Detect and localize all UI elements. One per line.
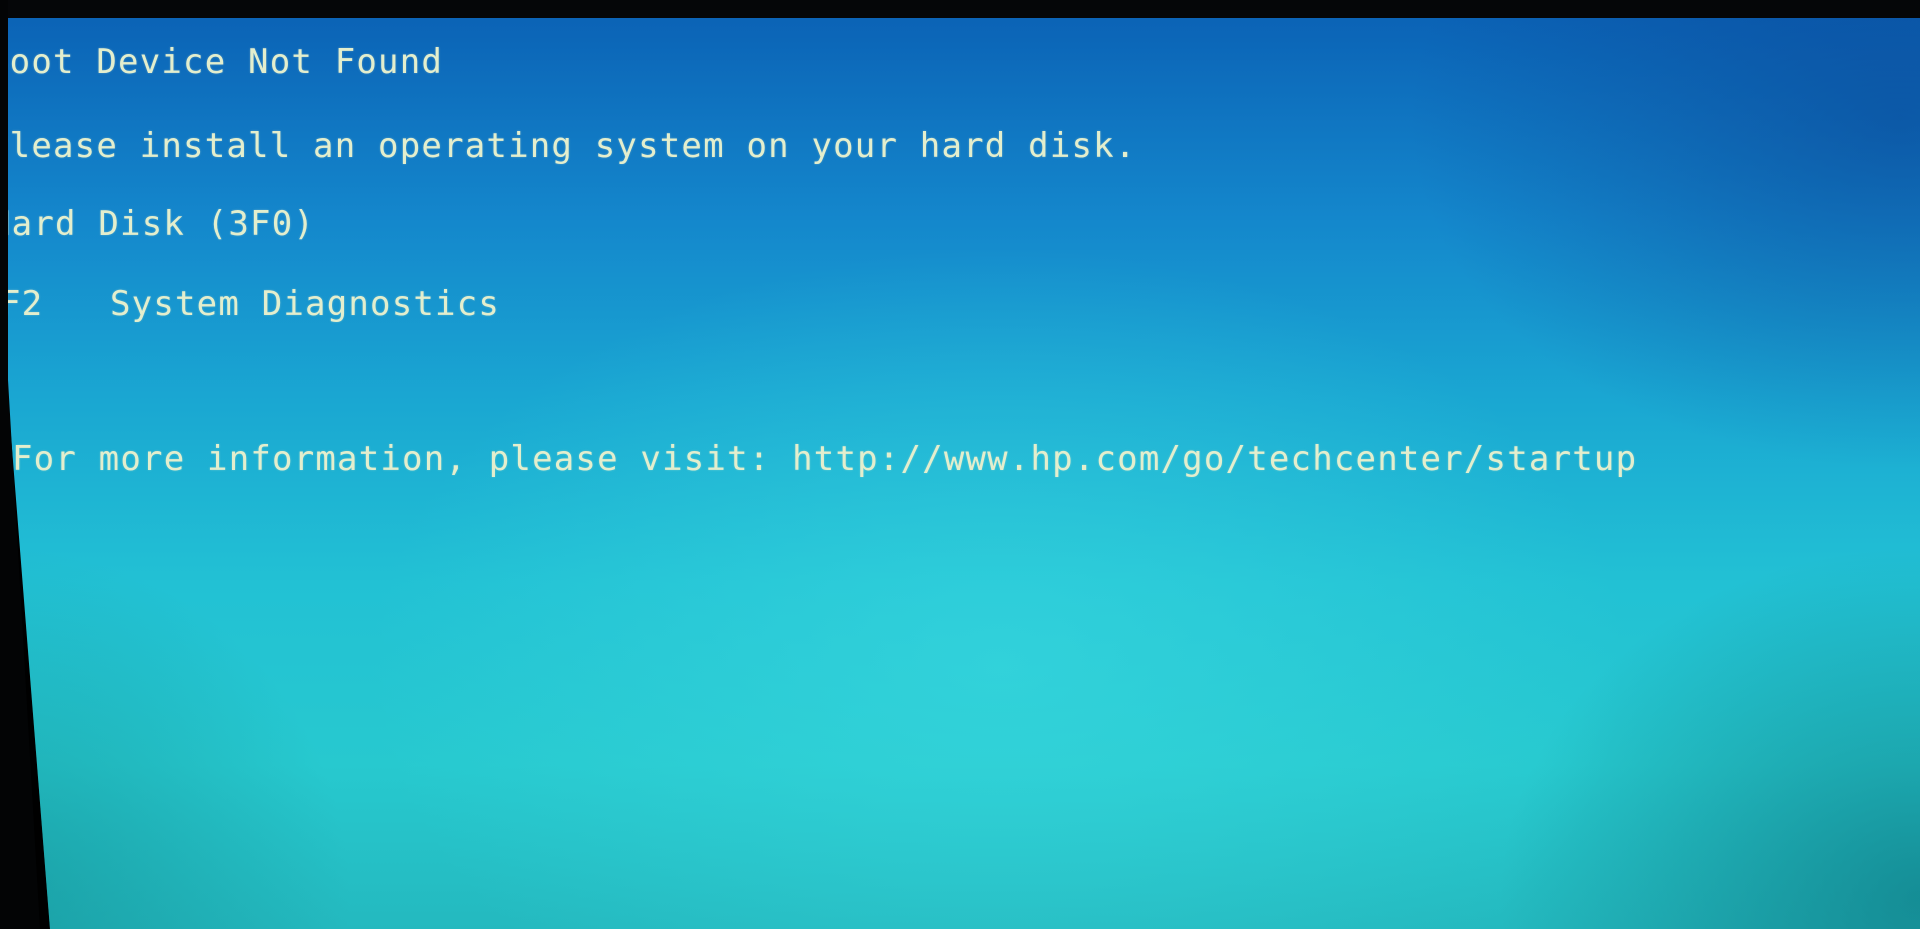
techcenter-startup-link[interactable]: http://www.hp.com/go/techcenter/startup bbox=[792, 439, 1637, 479]
install-os-message: Please install an operating system on yo… bbox=[0, 126, 1137, 166]
error-title: Boot Device Not Found bbox=[0, 42, 444, 82]
monitor-bezel-top bbox=[0, 0, 1920, 20]
system-diagnostics-label: System Diagnostics bbox=[110, 284, 501, 324]
more-info-prefix: For more information, please visit: bbox=[12, 439, 793, 479]
bios-screen: Boot Device Not Found Please install an … bbox=[0, 18, 1920, 929]
f2-key-label: F2 bbox=[0, 284, 44, 324]
more-info-message: For more information, please visit: http… bbox=[12, 439, 1637, 479]
option-system-diagnostics[interactable]: F2 System Diagnostics bbox=[0, 284, 500, 324]
hard-disk-error-code: Hard Disk (3F0) bbox=[0, 204, 316, 244]
